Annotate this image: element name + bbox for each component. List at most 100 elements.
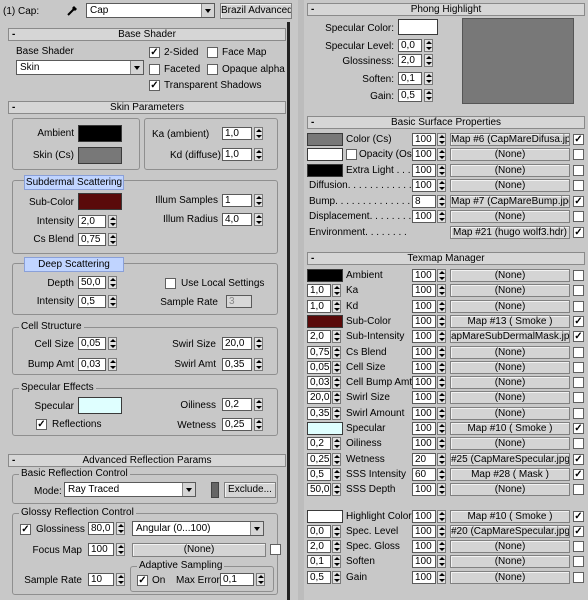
bsp-amount-field[interactable]: 100 (412, 164, 436, 177)
texmap-color-swatch[interactable] (307, 269, 343, 282)
texmap-value-field[interactable]: 2,0 (307, 540, 331, 553)
texmap-amount-spinner[interactable] (437, 468, 446, 481)
kd-field[interactable]: 1,0 (222, 148, 252, 161)
texmap-map-button[interactable]: Map #13 ( Smoke ) (450, 315, 570, 328)
max-error-field[interactable]: 0,1 (220, 573, 254, 586)
texmap-map-enable-checkbox[interactable] (573, 362, 584, 373)
texmap-amount-spinner[interactable] (437, 284, 446, 297)
texmap-map-enable-checkbox[interactable]: ✓ (573, 469, 584, 480)
texmap-value-field[interactable]: 0,5 (307, 571, 331, 584)
angular-dropdown[interactable]: Angular (0...100) (132, 521, 264, 536)
material-type-button[interactable]: Brazil Advanced (220, 3, 292, 19)
subdermal-intensity-field[interactable]: 2,0 (78, 215, 106, 228)
texmap-amount-field[interactable]: 100 (412, 315, 436, 328)
texmap-amount-field[interactable]: 100 (412, 540, 436, 553)
bsp-map-enable-checkbox[interactable] (573, 149, 584, 160)
texmap-amount-spinner[interactable] (437, 391, 446, 404)
texmap-map-enable-checkbox[interactable]: ✓ (573, 423, 584, 434)
texmap-color-swatch[interactable] (307, 422, 343, 435)
bsp-amount-spinner[interactable] (437, 179, 446, 192)
max-error-spinner[interactable] (256, 573, 265, 586)
texmap-map-button[interactable]: (None) (450, 376, 570, 389)
texmap-value-field[interactable]: 50,0 (307, 483, 331, 496)
texmap-map-enable-checkbox[interactable] (573, 285, 584, 296)
ambient-swatch[interactable] (78, 125, 122, 142)
texmap-map-enable-checkbox[interactable] (573, 408, 584, 419)
bsp-amount-field[interactable]: 100 (412, 210, 436, 223)
phong-soften-field[interactable]: 0,1 (398, 72, 422, 85)
texmap-amount-field[interactable]: 100 (412, 330, 436, 343)
texmap-map-enable-checkbox[interactable] (573, 347, 584, 358)
bsp-map-button[interactable]: Map #6 (CapMareDifusa.jpg) (450, 133, 570, 146)
texmap-value-spinner[interactable] (332, 376, 341, 389)
texmap-map-enable-checkbox[interactable]: ✓ (573, 454, 584, 465)
swirl-size-spinner[interactable] (254, 337, 263, 350)
focus-map-amount[interactable]: 100 (88, 543, 114, 556)
texmap-map-enable-checkbox[interactable] (573, 484, 584, 495)
left-panel-scrollbar[interactable] (287, 22, 290, 600)
texmap-value-spinner[interactable] (332, 284, 341, 297)
illum-samples-spinner[interactable] (254, 194, 263, 207)
texmap-map-button[interactable]: (None) (450, 346, 570, 359)
texmap-map-enable-checkbox[interactable] (573, 438, 584, 449)
phong-specular-color-swatch[interactable] (398, 19, 438, 35)
cs-blend-spinner[interactable] (108, 233, 117, 246)
texmap-map-button[interactable]: (None) (450, 483, 570, 496)
swirl-size-field[interactable]: 20,0 (222, 337, 252, 350)
texmap-amount-field[interactable]: 100 (412, 437, 436, 450)
transparent-shadows-checkbox[interactable]: ✓ (149, 80, 160, 91)
texmap-amount-field[interactable]: 100 (412, 346, 436, 359)
texmap-amount-field[interactable]: 100 (412, 269, 436, 282)
texmap-value-spinner[interactable] (332, 391, 341, 404)
texmap-amount-spinner[interactable] (437, 300, 446, 313)
texmap-amount-spinner[interactable] (437, 407, 446, 420)
phong-glossiness-spinner[interactable] (424, 54, 433, 67)
texmap-map-enable-checkbox[interactable] (573, 556, 584, 567)
texmap-value-spinner[interactable] (332, 453, 341, 466)
swirl-amt-spinner[interactable] (254, 358, 263, 371)
glossy-sample-rate-field[interactable]: 10 (88, 573, 114, 586)
phong-spec-level-field[interactable]: 0,0 (398, 39, 422, 52)
texmap-map-enable-checkbox[interactable]: ✓ (573, 511, 584, 522)
bsp-map-button[interactable]: (None) (450, 148, 570, 161)
texmap-value-field[interactable]: 1,0 (307, 284, 331, 297)
phong-gain-spinner[interactable] (424, 89, 433, 102)
texmap-amount-field[interactable]: 100 (412, 571, 436, 584)
use-local-settings-checkbox[interactable] (165, 278, 176, 289)
bsp-amount-spinner[interactable] (437, 148, 446, 161)
texmap-value-field[interactable]: 0,5 (307, 468, 331, 481)
bsp-amount-field[interactable]: 100 (412, 148, 436, 161)
texmap-map-enable-checkbox[interactable] (573, 377, 584, 388)
bsp-amount-spinner[interactable] (437, 133, 446, 146)
texmap-value-spinner[interactable] (332, 330, 341, 343)
depth-spinner[interactable] (108, 276, 117, 289)
texmap-map-button[interactable]: (None) (450, 300, 570, 313)
texmap-map-enable-checkbox[interactable] (573, 301, 584, 312)
oiliness-spinner[interactable] (254, 398, 263, 411)
reflections-checkbox[interactable]: ✓ (36, 419, 47, 430)
texmap-map-button[interactable]: #25 (CapMareSpecular.jpg) (450, 453, 570, 466)
faceted-checkbox[interactable] (149, 64, 160, 75)
deep-sample-rate-field[interactable]: 3 (226, 295, 252, 308)
texmap-amount-spinner[interactable] (437, 330, 446, 343)
texmap-amount-field[interactable]: 60 (412, 468, 436, 481)
bsp-map-button[interactable]: Map #21 (hugo wolf3.hdr) (450, 226, 570, 239)
bsp-map-button[interactable]: (None) (450, 164, 570, 177)
illum-samples-field[interactable]: 1 (222, 194, 252, 207)
texmap-value-field[interactable]: 0,25 (307, 453, 331, 466)
texmap-map-enable-checkbox[interactable]: ✓ (573, 316, 584, 327)
opaque-alpha-checkbox[interactable] (207, 64, 218, 75)
bsp-color-swatch[interactable] (307, 133, 343, 146)
specular-swatch[interactable] (78, 397, 122, 414)
bsp-map-enable-checkbox[interactable]: ✓ (573, 134, 584, 145)
rollout-skin-parameters[interactable]: - Skin Parameters (8, 101, 286, 114)
texmap-amount-spinner[interactable] (437, 483, 446, 496)
bsp-opacity-checkbox[interactable] (346, 149, 357, 160)
exclude-button[interactable]: Exclude... (224, 482, 276, 498)
texmap-map-button[interactable]: (None) (450, 284, 570, 297)
texmap-value-field[interactable]: 0,2 (307, 437, 331, 450)
texmap-amount-spinner[interactable] (437, 571, 446, 584)
texmap-map-enable-checkbox[interactable] (573, 572, 584, 583)
cs-blend-field[interactable]: 0,75 (78, 233, 106, 246)
bsp-map-enable-checkbox[interactable] (573, 211, 584, 222)
